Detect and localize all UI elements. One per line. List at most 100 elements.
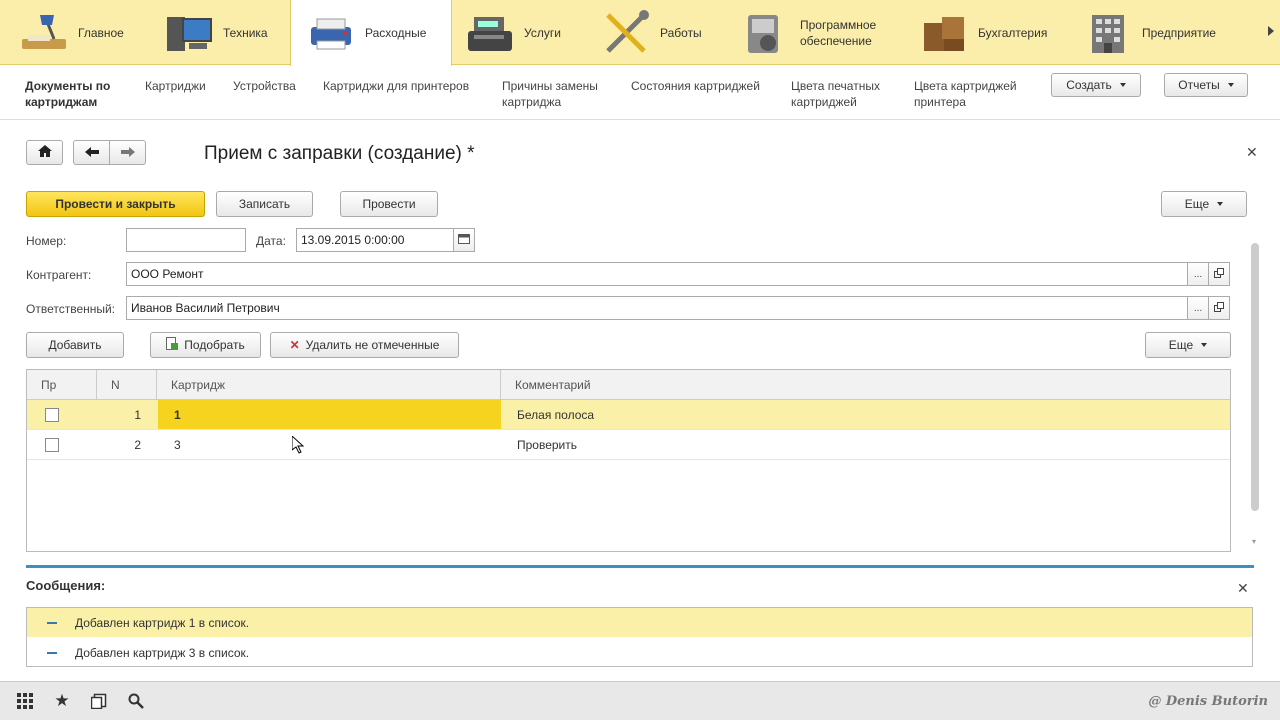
column-header-comment[interactable]: Комментарий <box>501 370 1230 400</box>
row-cartridge[interactable]: 3 <box>158 430 501 459</box>
close-icon[interactable]: ✕ <box>1246 144 1258 161</box>
section-label: Услуги <box>524 25 561 40</box>
post-and-close-button[interactable]: Провести и закрыть <box>26 191 205 217</box>
back-button[interactable] <box>73 140 110 165</box>
message-text: Добавлен картридж 3 в список. <box>75 645 250 660</box>
responsible-select-button[interactable]: ... <box>1187 296 1209 320</box>
nav-item-cartridge-documents[interactable]: Документы по картриджам <box>25 78 135 110</box>
section-navigation: Документы по картриджам Картриджи Устрой… <box>0 66 1280 120</box>
row-checkbox[interactable] <box>45 430 65 459</box>
nav-item-devices[interactable]: Устройства <box>233 78 296 94</box>
pick-icon <box>166 337 179 353</box>
responsible-field[interactable]: Иванов Василий Петрович <box>126 296 1188 320</box>
column-header-number[interactable]: N <box>97 370 157 400</box>
nav-item-cartridges[interactable]: Картриджи <box>145 78 206 94</box>
cash-register-icon <box>464 9 516 57</box>
section-main[interactable]: Главное <box>18 0 158 65</box>
post-button[interactable]: Провести <box>340 191 438 217</box>
tools-icon <box>600 9 652 57</box>
desk-lamp-icon <box>18 9 70 57</box>
add-row-button[interactable]: Добавить <box>26 332 124 358</box>
checkbox[interactable] <box>45 407 59 422</box>
table-row[interactable]: 2 3 Проверить <box>27 430 1230 460</box>
building-icon <box>1082 9 1134 57</box>
messages-divider[interactable] <box>26 565 1254 568</box>
document-form: Прием с заправки (создание) * ✕ Провести… <box>0 121 1280 681</box>
row-number: 2 <box>134 437 141 452</box>
dash-icon <box>47 651 57 654</box>
table-more-button[interactable]: Еще <box>1145 332 1231 358</box>
delete-unchecked-button[interactable]: ✕ Удалить не отмеченные <box>270 332 459 358</box>
section-label: Работы <box>660 25 702 40</box>
column-header-cartridge[interactable]: Картридж <box>157 370 501 400</box>
chevron-down-icon <box>1201 343 1208 347</box>
more-label: Еще <box>1184 197 1210 211</box>
messages-title: Сообщения: <box>26 578 106 593</box>
sections-scroll-right-icon[interactable] <box>1268 26 1274 36</box>
form-scrollbar[interactable] <box>1251 243 1259 511</box>
section-services[interactable]: Услуги <box>464 0 594 65</box>
chevron-down-icon <box>1227 83 1234 87</box>
reports-label: Отчеты <box>1178 78 1220 92</box>
home-button[interactable] <box>26 140 63 165</box>
scroll-down-icon[interactable]: ▾ <box>1252 537 1256 546</box>
counterparty-field[interactable]: ООО Ремонт <box>126 262 1188 286</box>
column-header-flag[interactable]: Пр <box>27 370 97 400</box>
nav-item-cartridge-states[interactable]: Состояния картриджей <box>631 78 760 94</box>
message-item[interactable]: Добавлен картридж 3 в список. <box>27 638 1252 667</box>
number-field[interactable] <box>126 228 246 252</box>
counterparty-select-button[interactable]: ... <box>1187 262 1209 286</box>
section-label: Бухгалтерия <box>978 25 1048 40</box>
history-icon[interactable] <box>89 691 109 711</box>
watermark: @ Denis Butorin <box>1148 694 1268 709</box>
boxes-icon <box>918 9 970 57</box>
message-item[interactable]: Добавлен картридж 1 в список. <box>27 608 1252 637</box>
arrow-left-icon <box>84 146 99 160</box>
row-cartridge[interactable]: 1 <box>158 400 501 429</box>
arrow-right-icon <box>120 146 135 160</box>
row-comment[interactable]: Проверить <box>517 430 1217 459</box>
table-more-label: Еще <box>1168 338 1194 352</box>
create-label: Создать <box>1066 78 1112 92</box>
row-checkbox[interactable] <box>45 400 65 429</box>
responsible-open-button[interactable] <box>1208 296 1230 320</box>
calendar-icon <box>458 233 470 247</box>
date-field[interactable]: 13.09.2015 0:00:00 <box>296 228 454 252</box>
section-accounting[interactable]: Бухгалтерия <box>918 0 1068 65</box>
reports-menu-button[interactable]: Отчеты <box>1164 73 1248 97</box>
section-software[interactable]: Программное обеспечение <box>740 0 910 65</box>
search-icon[interactable] <box>126 691 146 711</box>
pick-button[interactable]: Подобрать <box>150 332 261 358</box>
nav-item-printer-cartridges[interactable]: Картриджи для принтеров <box>323 78 469 94</box>
open-icon <box>1214 267 1224 281</box>
create-menu-button[interactable]: Создать <box>1051 73 1141 97</box>
row-comment[interactable]: Белая полоса <box>517 400 1217 429</box>
messages-close-icon[interactable]: ✕ <box>1237 580 1249 597</box>
nav-item-replacement-reasons[interactable]: Причины замены картриджа <box>502 78 614 110</box>
grid-menu-icon[interactable] <box>15 691 35 711</box>
calendar-button[interactable] <box>453 228 475 252</box>
mouse-cursor-icon <box>291 434 305 457</box>
section-label: Программное обеспечение <box>800 17 877 48</box>
save-button[interactable]: Записать <box>216 191 313 217</box>
section-hardware[interactable]: Техника <box>163 0 288 65</box>
forward-button[interactable] <box>109 140 146 165</box>
date-label: Дата: <box>256 234 286 248</box>
nav-item-printer-colors[interactable]: Цвета картриджей принтера <box>914 78 1034 110</box>
section-consumables[interactable]: Расходные <box>290 0 452 66</box>
counterparty-open-button[interactable] <box>1208 262 1230 286</box>
more-button[interactable]: Еще <box>1161 191 1247 217</box>
chevron-down-icon <box>1119 83 1126 87</box>
table-row[interactable]: 1 1 Белая полоса <box>27 400 1230 430</box>
cartridges-table: Пр N Картридж Комментарий 1 1 Белая поло… <box>26 369 1231 552</box>
section-enterprise[interactable]: Предприятие <box>1082 0 1252 65</box>
nav-item-print-colors[interactable]: Цвета печатных картриджей <box>791 78 896 110</box>
star-icon[interactable]: ★ <box>52 691 72 711</box>
home-icon <box>37 145 52 160</box>
message-text: Добавлен картридж 1 в список. <box>75 615 250 630</box>
pick-label: Подобрать <box>184 338 245 352</box>
checkbox[interactable] <box>45 437 59 452</box>
section-works[interactable]: Работы <box>600 0 730 65</box>
open-icon <box>1214 301 1224 315</box>
sections-panel: Главное Техника Расходные Услуги Работы … <box>0 0 1280 66</box>
